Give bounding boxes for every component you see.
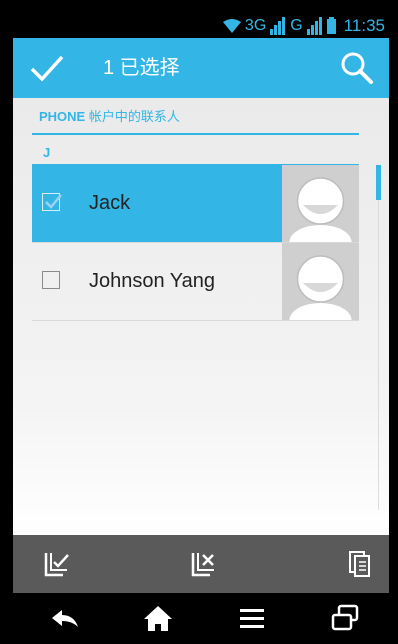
home-icon xyxy=(144,606,172,631)
menu-icon xyxy=(240,609,264,628)
scrollbar-track xyxy=(378,200,379,510)
account-header-rest: 帐户中的联系人 xyxy=(85,109,180,124)
clock: 11:35 xyxy=(343,16,385,35)
deselect-all-icon xyxy=(191,553,214,577)
signal-icon-2 xyxy=(306,16,323,35)
contact-checkbox[interactable] xyxy=(42,193,62,211)
selection-count-title: 1 已选择 xyxy=(103,57,180,79)
contact-name: Johnson Yang xyxy=(89,270,216,292)
phone-screen: 3G G 11:35 1 已选择 PHONE 帐户中的联系人 J Jack Jo… xyxy=(13,13,389,641)
checkbox-check-icon xyxy=(45,194,62,209)
select-all-button[interactable] xyxy=(43,549,73,579)
network-type-label: 3G xyxy=(244,17,267,34)
deselect-all-button[interactable] xyxy=(190,549,220,579)
signal-icon xyxy=(270,16,286,35)
network-type-label-2: G xyxy=(290,17,303,34)
contact-checkbox[interactable] xyxy=(42,271,60,289)
scrollbar-thumb[interactable] xyxy=(376,165,381,200)
copy-button[interactable] xyxy=(345,549,375,579)
contact-avatar xyxy=(282,243,359,320)
contact-name: Jack xyxy=(89,192,131,214)
search-button[interactable] xyxy=(339,50,375,86)
select-all-icon xyxy=(44,553,69,577)
contact-avatar xyxy=(282,165,359,242)
recent-apps-button[interactable] xyxy=(328,603,362,633)
default-avatar-icon xyxy=(289,177,352,242)
navigation-bar xyxy=(13,593,389,641)
back-icon xyxy=(52,610,78,627)
action-bar: 1 已选择 xyxy=(13,38,389,98)
default-avatar-icon xyxy=(289,255,352,320)
account-header: PHONE 帐户中的联系人 xyxy=(39,106,180,125)
contact-row[interactable]: Johnson Yang xyxy=(32,243,359,320)
recent-apps-icon xyxy=(331,604,359,631)
search-icon xyxy=(341,52,373,84)
section-letter: J xyxy=(43,145,51,160)
bottom-toolbar xyxy=(13,535,389,593)
header-divider xyxy=(32,133,359,135)
row-divider xyxy=(32,320,359,321)
wifi-icon xyxy=(222,18,241,33)
home-button[interactable] xyxy=(141,603,175,633)
copy-icon xyxy=(349,551,370,577)
battery-icon xyxy=(326,17,336,34)
contact-list-area: PHONE 帐户中的联系人 J Jack Johnson Yang xyxy=(13,98,389,535)
account-header-bold: PHONE xyxy=(39,109,86,124)
status-bar: 3G G 11:35 xyxy=(13,13,389,38)
check-icon xyxy=(30,55,64,82)
done-button[interactable] xyxy=(29,52,65,84)
contact-row[interactable]: Jack xyxy=(32,165,359,242)
menu-button[interactable] xyxy=(235,603,269,633)
back-button[interactable] xyxy=(48,603,82,633)
